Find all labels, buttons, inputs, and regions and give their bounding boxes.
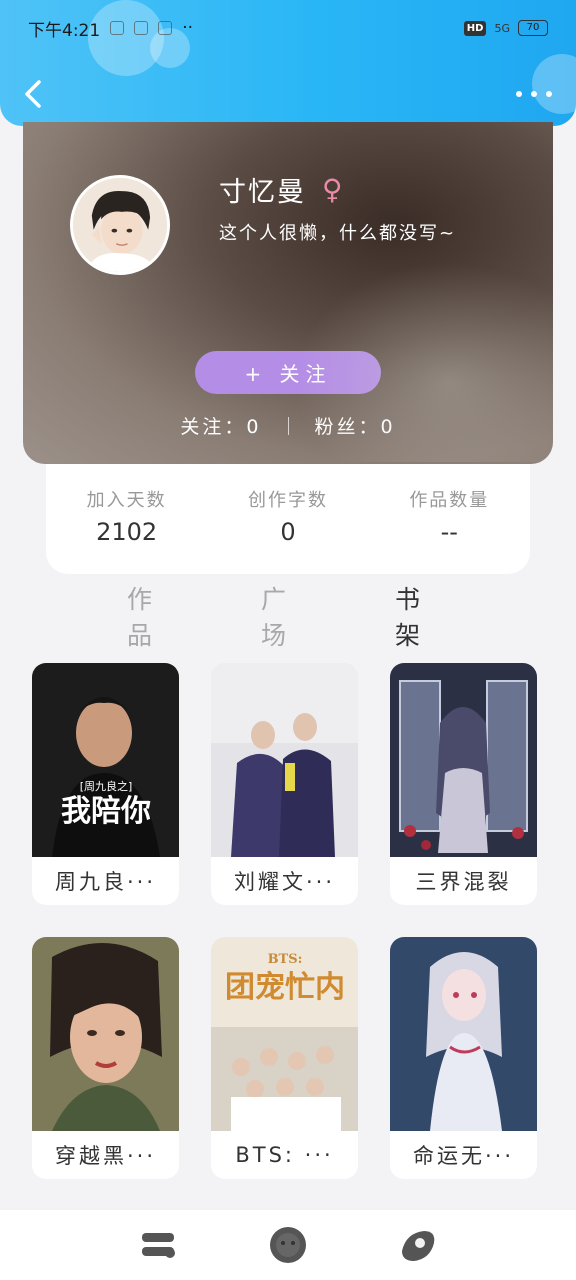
status-bar: 下午4:21 ·· HD 5G 70 — [0, 0, 576, 56]
cover-subtitle: BTS: — [268, 952, 303, 967]
more-dots-icon — [546, 91, 552, 97]
book-cover-image — [390, 937, 537, 1131]
stat-value: 2102 — [96, 518, 158, 546]
status-more-dots: ·· — [182, 18, 193, 38]
tab-square[interactable]: 广场 — [261, 580, 315, 650]
book-title: 刘耀文··· — [233, 870, 336, 894]
tab-bookshelf[interactable]: 书架 — [395, 580, 449, 650]
fans-count[interactable]: 粉丝：0 — [315, 412, 396, 439]
follow-button[interactable]: + 关注 — [195, 351, 381, 394]
profile-icon — [402, 1231, 435, 1261]
cover-title: 我陪你 — [61, 794, 151, 829]
stat-value: -- — [440, 518, 458, 546]
book-title: 三界混裂 — [415, 870, 512, 894]
book-card[interactable]: BTS: 团宠忙内 BTS: ··· — [211, 937, 358, 1179]
username: 寸忆曼 ♀ — [219, 170, 344, 209]
book-cover — [211, 663, 358, 857]
bookshelf-grid: [周九良之] 我陪你 周九良··· 刘耀文··· 三界混裂 穿越黑··· BTS… — [32, 663, 542, 1179]
female-icon: ♀ — [322, 173, 345, 206]
book-cover-image — [32, 937, 179, 1131]
nav-profile[interactable] — [396, 1223, 440, 1267]
following-count[interactable]: 关注：0 — [180, 412, 261, 439]
status-time: 下午4:21 — [28, 20, 101, 41]
cover-subtitle: [周九良之] — [80, 779, 133, 793]
cover-title: 团宠忙内 — [225, 970, 345, 1005]
book-card[interactable]: 三界混裂 — [390, 663, 537, 905]
more-dots-icon — [516, 91, 522, 97]
stat-join-days: 加入天数 2102 — [57, 486, 197, 574]
stats-card: 加入天数 2102 创作字数 0 作品数量 -- — [46, 464, 530, 574]
tab-works[interactable]: 作品 — [127, 580, 181, 650]
bio-text: 这个人很懒，什么都没写~ — [219, 223, 457, 244]
username-text: 寸忆曼 — [219, 177, 306, 208]
tab-label: 作品 — [127, 585, 156, 650]
follow-stats: 关注：0 粉丝：0 — [23, 412, 553, 439]
book-card[interactable]: 刘耀文··· — [211, 663, 358, 905]
book-card[interactable]: 穿越黑··· — [32, 937, 179, 1179]
book-title: 周九良··· — [54, 870, 157, 894]
book-cover: [周九良之] 我陪你 — [32, 663, 179, 857]
avatar[interactable] — [70, 175, 170, 275]
home-icon — [270, 1227, 306, 1263]
book-cover-image: BTS: 团宠忙内 — [211, 937, 358, 1131]
tab-label: 书架 — [395, 585, 424, 650]
header-bar: 下午4:21 ·· HD 5G 70 — [0, 0, 576, 126]
chevron-left-icon — [25, 80, 41, 108]
back-button[interactable] — [18, 74, 48, 114]
stat-label: 作品数量 — [409, 490, 490, 511]
notification-icon — [110, 21, 125, 35]
stat-works-count: 作品数量 -- — [379, 486, 519, 574]
bookshelf-icon — [142, 1233, 175, 1258]
book-cover — [390, 937, 537, 1131]
nav-bookshelf[interactable] — [136, 1223, 180, 1267]
more-dots-icon — [531, 91, 537, 97]
tab-bar: 作品 广场 书架 — [0, 580, 576, 650]
stat-value: 0 — [280, 518, 296, 546]
notification-icon — [134, 21, 149, 35]
book-card[interactable]: [周九良之] 我陪你 周九良··· — [32, 663, 179, 905]
profile-card: 寸忆曼 ♀ 这个人很懒，什么都没写~ + 关注 关注：0 粉丝：0 — [23, 122, 553, 464]
stat-label: 创作字数 — [247, 490, 328, 511]
bottom-nav — [0, 1210, 576, 1280]
hd-badge: HD — [463, 20, 487, 36]
notification-icon — [158, 21, 173, 35]
book-title: 命运无··· — [412, 1144, 515, 1168]
avatar-image — [73, 178, 167, 272]
book-title: BTS: ··· — [235, 1143, 334, 1167]
book-cover-image — [390, 663, 537, 857]
nav-home[interactable] — [266, 1223, 310, 1267]
more-button[interactable] — [516, 82, 552, 106]
tab-label: 广场 — [261, 585, 290, 650]
battery-icon: 70 — [518, 20, 548, 36]
stat-label: 加入天数 — [86, 490, 167, 511]
book-card[interactable]: 命运无··· — [390, 937, 537, 1179]
book-cover — [32, 937, 179, 1131]
divider — [287, 416, 289, 435]
book-title: 穿越黑··· — [54, 1144, 157, 1168]
book-cover: BTS: 团宠忙内 — [211, 937, 358, 1131]
signal-icon: 5G — [494, 21, 510, 35]
book-cover-image: [周九良之] 我陪你 — [32, 663, 179, 857]
book-cover — [390, 663, 537, 857]
stat-word-count: 创作字数 0 — [218, 486, 358, 574]
book-cover-image — [211, 663, 358, 857]
